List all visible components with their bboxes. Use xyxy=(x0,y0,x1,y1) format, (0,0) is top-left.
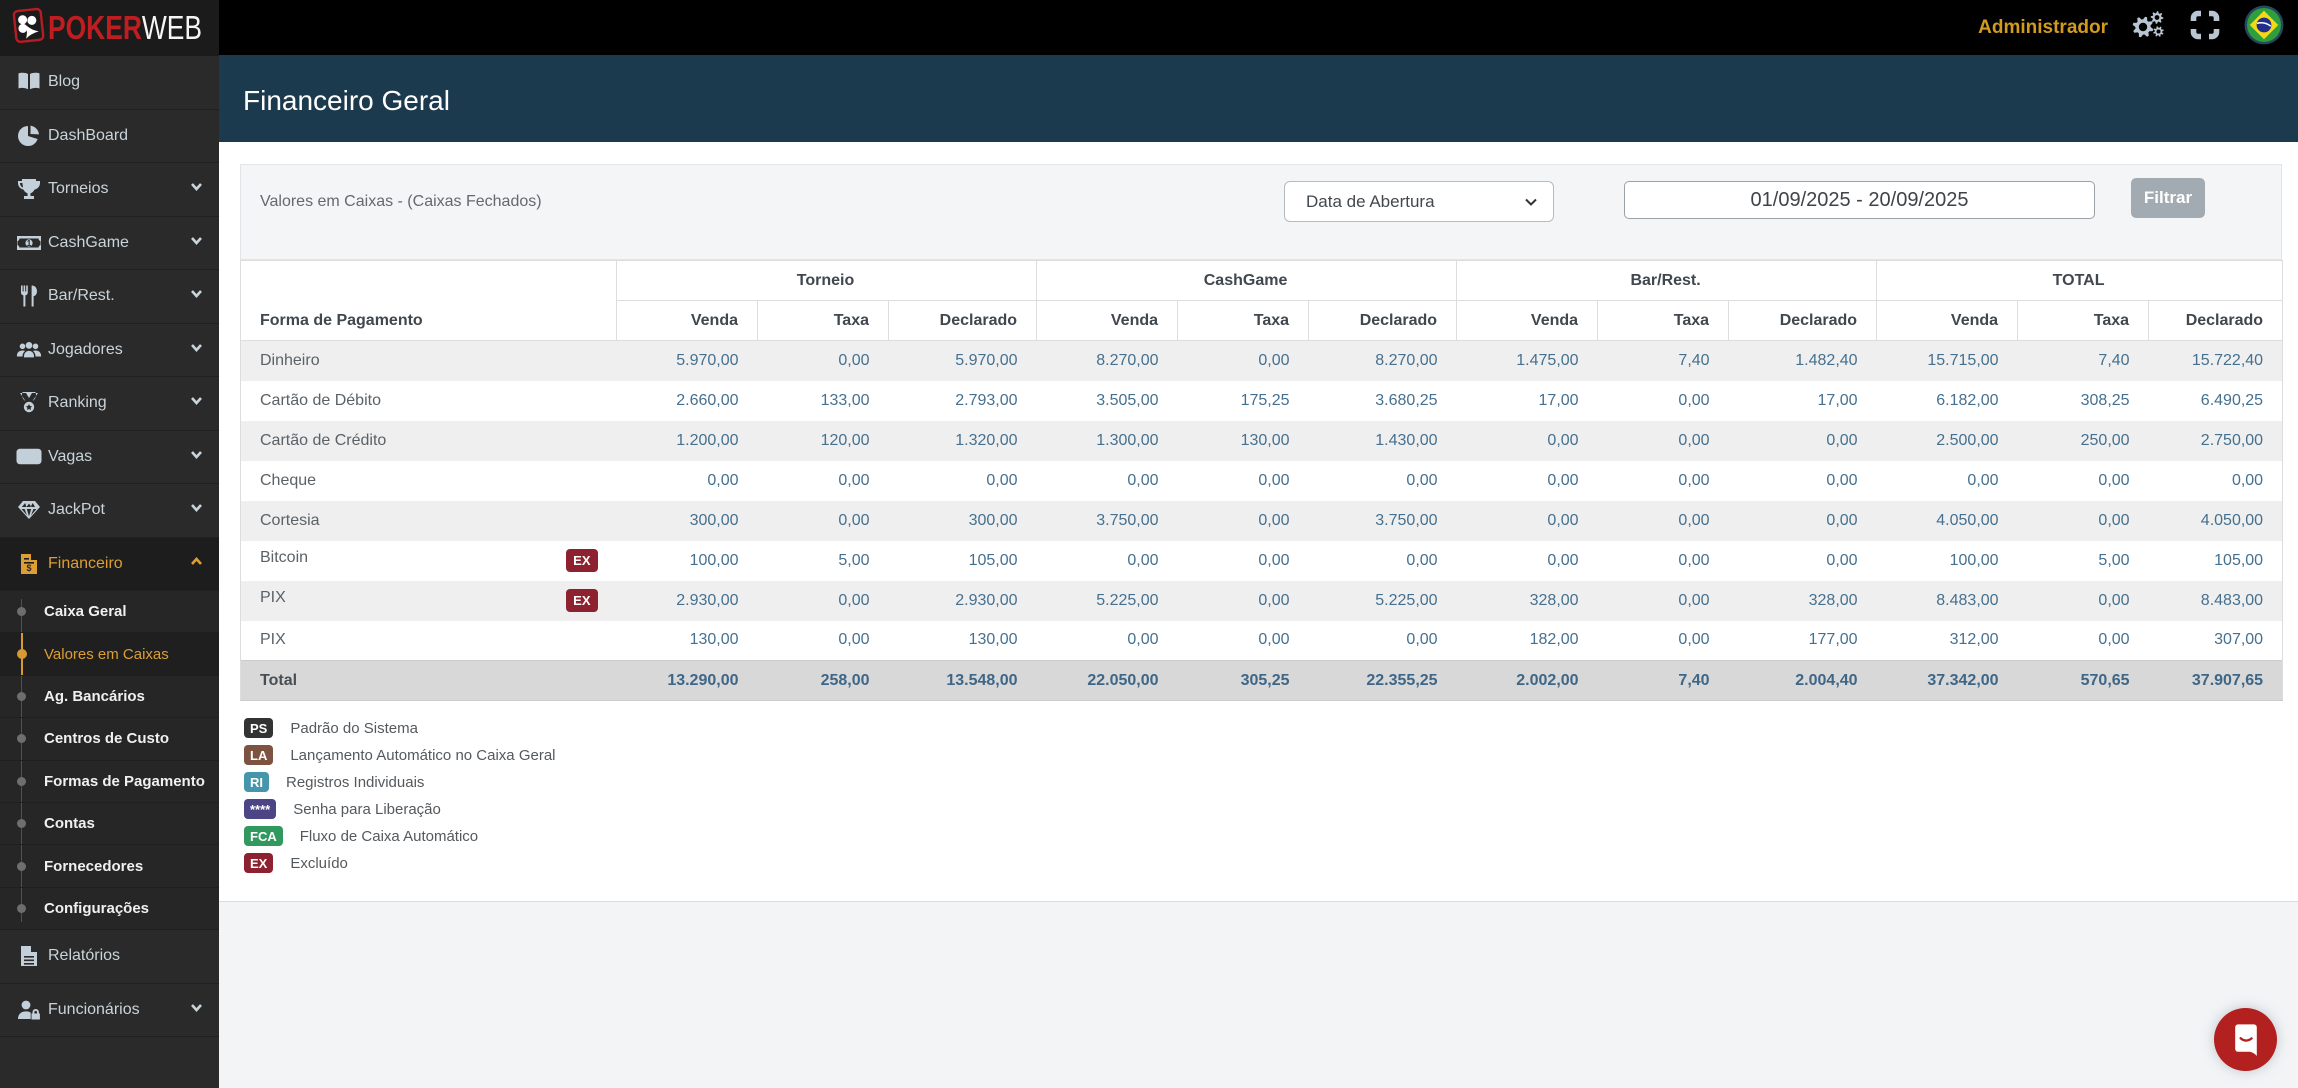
svg-text:$: $ xyxy=(26,563,31,573)
svg-text:1: 1 xyxy=(27,239,32,248)
